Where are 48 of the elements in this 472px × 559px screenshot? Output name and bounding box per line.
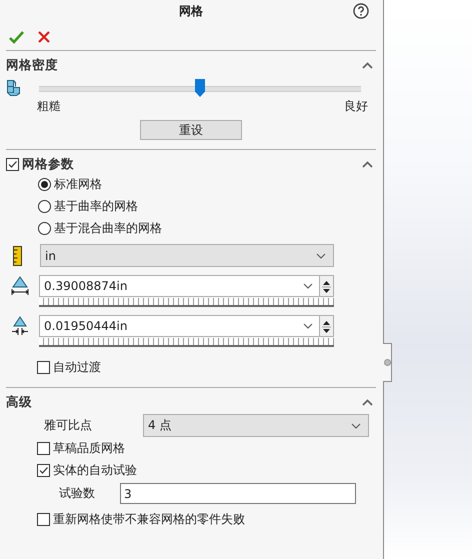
cancel-icon[interactable] xyxy=(38,31,50,43)
checkbox-label: 草稿品质网格 xyxy=(53,440,125,456)
low-label: 粗糙 xyxy=(37,98,61,115)
dropdown-caret-icon[interactable] xyxy=(303,323,313,329)
size-spin-field[interactable]: 0.01950444in xyxy=(39,315,334,337)
panel-title: 网格 xyxy=(179,2,203,20)
spinner-arrows-icon[interactable] xyxy=(322,278,331,294)
ok-check-icon[interactable] xyxy=(9,30,24,44)
thumbwheel-drawing[interactable] xyxy=(39,298,334,307)
collapse-chevron-icon[interactable] xyxy=(362,398,373,406)
dropdown-caret-icon[interactable] xyxy=(303,283,313,289)
tolerance-icon xyxy=(11,316,29,336)
section-title: 高级 xyxy=(6,394,32,410)
high-label: 良好 xyxy=(344,98,368,115)
slider-thumb[interactable] xyxy=(195,79,205,97)
trials-input-field[interactable]: 3 xyxy=(120,483,356,504)
checkbox[interactable] xyxy=(37,442,50,454)
checkbox-label: 自动过渡 xyxy=(53,358,101,376)
checkbox-label: 实体的自动试验 xyxy=(53,462,137,478)
radio-label: 标准网格 xyxy=(54,176,102,192)
trials-label: 试验数 xyxy=(59,485,96,502)
panel-resize-handle[interactable] xyxy=(383,343,392,382)
jacobian-label: 雅可比点 xyxy=(44,417,93,434)
spinner-arrows-icon[interactable] xyxy=(322,318,331,334)
radio-button[interactable] xyxy=(38,200,51,212)
checkbox[interactable] xyxy=(37,360,50,374)
checkbox-label: 重新网格使带不兼容网格的零件失败 xyxy=(53,510,245,528)
reset-button[interactable]: 重设 xyxy=(140,120,242,140)
radio-label: 基于曲率的网格 xyxy=(54,198,138,214)
dropdown-caret-icon[interactable] xyxy=(351,422,361,428)
radio-label: 基于混合曲率的网格 xyxy=(54,220,162,236)
checkbox[interactable] xyxy=(6,158,19,170)
collapse-chevron-icon[interactable] xyxy=(362,62,373,68)
collapse-chevron-icon[interactable] xyxy=(362,160,373,168)
thumbwheel-drawing[interactable] xyxy=(39,338,334,347)
element-size-icon xyxy=(11,276,29,296)
radio-button[interactable] xyxy=(38,178,51,190)
unit-dropdown[interactable]: in xyxy=(40,244,334,267)
dropdown-caret-icon[interactable] xyxy=(316,252,326,258)
section-title: 网格密度 xyxy=(6,56,58,74)
help-icon[interactable] xyxy=(353,3,369,19)
radio-button[interactable] xyxy=(38,222,51,234)
ruler-icon xyxy=(13,246,22,266)
jacobian-dropdown[interactable]: 4 点 xyxy=(143,414,369,437)
checkbox[interactable] xyxy=(37,464,50,476)
section-title: 网格参数 xyxy=(22,156,74,172)
size-spin-field[interactable]: 0.39008874in xyxy=(39,275,334,297)
checkbox[interactable] xyxy=(37,512,50,526)
